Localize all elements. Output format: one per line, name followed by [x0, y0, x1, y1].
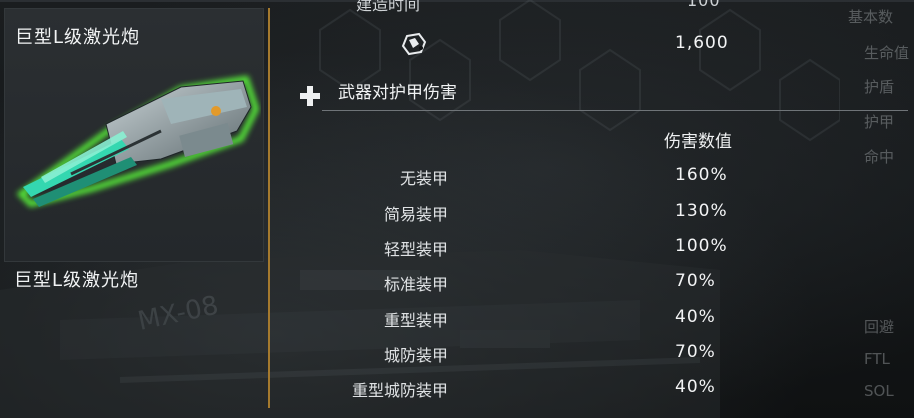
ghost-stat-label: 护盾 — [864, 78, 895, 96]
ghost-stat-label: 护甲 — [864, 113, 895, 131]
ghost-stat-label: SOL — [864, 382, 894, 400]
armor-type-label: 标准装甲 — [383, 275, 448, 294]
weapon-card-title: 巨型L级激光炮 — [15, 27, 141, 48]
armor-damage-value: 40% — [675, 307, 716, 327]
armor-damage-value: 70% — [675, 271, 716, 291]
crystal-resource-icon — [401, 32, 427, 56]
armor-damage-value: 40% — [675, 377, 716, 397]
armor-type-label: 简易装甲 — [383, 205, 448, 224]
armor-damage-value: 160% — [675, 165, 728, 185]
ghost-stat-label: 基本数 — [848, 8, 894, 26]
weapon-card[interactable]: 巨型L级激光炮 — [4, 8, 264, 262]
ghost-stat-label: 回避 — [864, 318, 895, 336]
ghost-stat-label: FTL — [864, 350, 890, 368]
build-time-value: 100 — [687, 0, 721, 10]
ghost-stat-label: 生命值 — [864, 44, 910, 62]
armor-type-label: 无装甲 — [399, 169, 448, 188]
damage-value-header: 伤害数值 — [664, 132, 732, 152]
cost-value: 1,600 — [675, 33, 729, 53]
armor-type-label: 轻型装甲 — [383, 240, 448, 259]
armor-damage-value: 130% — [675, 201, 728, 221]
armor-damage-value: 100% — [675, 236, 728, 256]
armor-type-label: 重型城防装甲 — [351, 381, 448, 400]
armor-type-label: 重型装甲 — [383, 311, 448, 330]
weapon-name-label: 巨型L级激光炮 — [14, 270, 140, 291]
section-title-armor-damage[interactable]: 武器对护甲伤害 — [338, 78, 457, 103]
section-separator — [322, 110, 908, 111]
plus-icon[interactable] — [298, 84, 322, 108]
build-time-label: 建造时间 — [356, 0, 421, 14]
laser-cannon-image — [16, 75, 260, 208]
panel-divider — [268, 8, 270, 408]
armor-type-label: 城防装甲 — [383, 346, 448, 365]
weapon-detail-screen: MX-08 巨型L级激光炮 巨型L级激光炮 建造时间 100 1,600 武器对… — [0, 0, 914, 418]
armor-damage-value: 70% — [675, 342, 716, 362]
ghost-stat-label: 命中 — [864, 148, 895, 166]
